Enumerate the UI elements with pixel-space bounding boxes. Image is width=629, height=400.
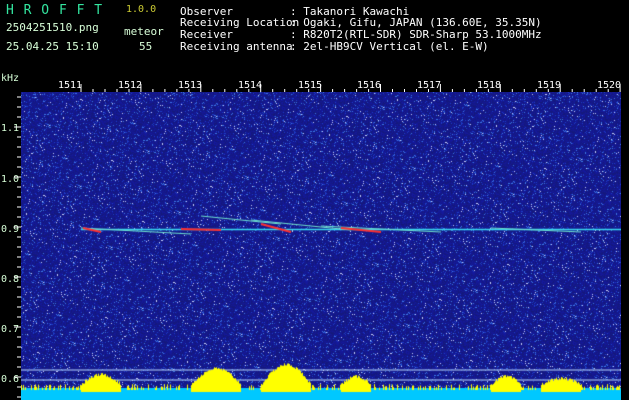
waterfall-spectrogram (21, 92, 621, 400)
hrofft-window: H R O F F T 1.0.0 2504251510.png meteor … (0, 0, 629, 400)
